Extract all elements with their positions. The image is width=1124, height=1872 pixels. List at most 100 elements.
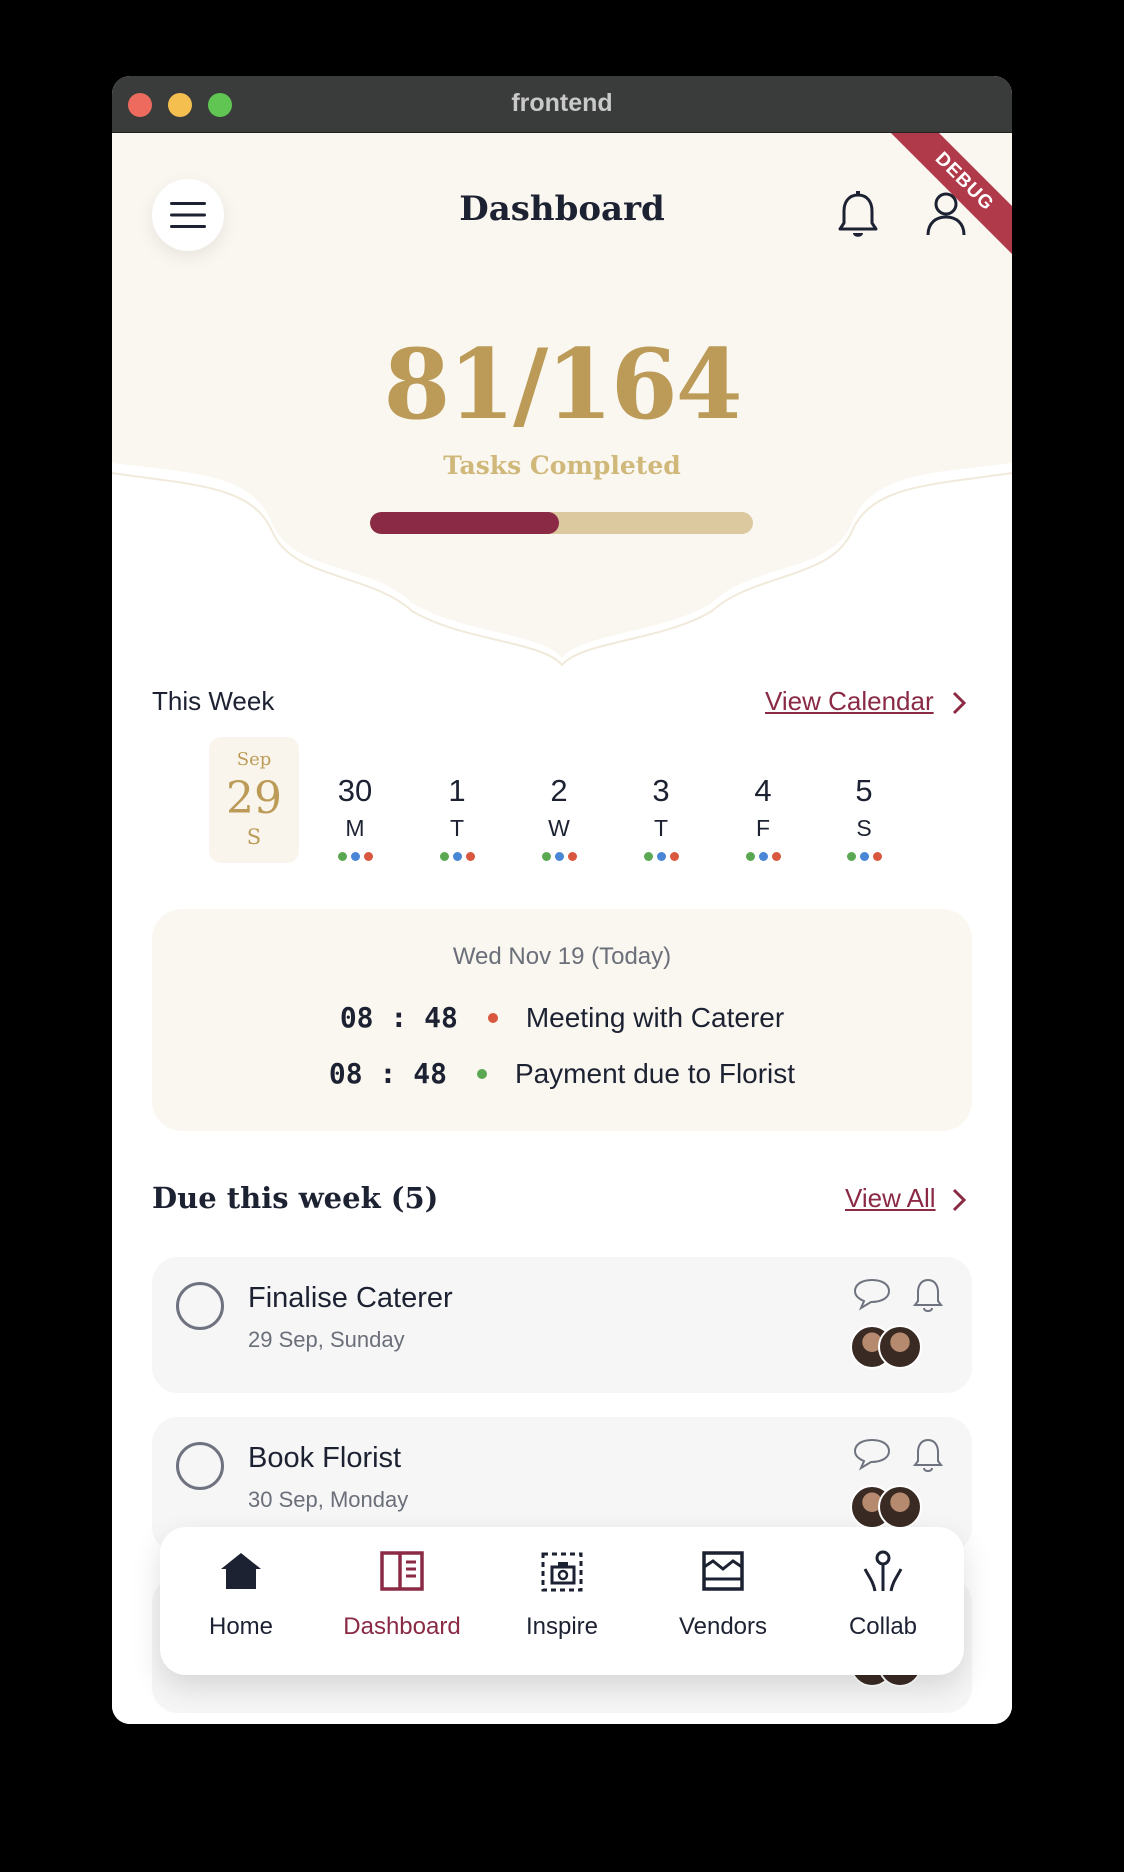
day-number: 1 bbox=[448, 773, 466, 808]
day-number: 2 bbox=[550, 773, 568, 808]
vendors-icon bbox=[702, 1551, 744, 1591]
event-dot bbox=[846, 852, 856, 861]
day-weekday: W bbox=[548, 815, 570, 841]
dashboard-icon bbox=[380, 1551, 424, 1591]
bell-icon bbox=[838, 191, 878, 237]
day-number: 5 bbox=[855, 773, 873, 808]
task-checkbox[interactable] bbox=[176, 1282, 224, 1330]
day-2[interactable]: 2 W bbox=[514, 737, 604, 863]
nav-label: Inspire bbox=[525, 1613, 599, 1640]
notifications-button[interactable] bbox=[836, 191, 880, 246]
app-window: frontend DEBUG Dashboard 81/164 Tasks Co… bbox=[112, 76, 1012, 1724]
tasks-count: 81/164 bbox=[383, 328, 742, 441]
day-weekday: S bbox=[856, 815, 872, 841]
day-weekday: M bbox=[345, 815, 365, 841]
comment-icon[interactable] bbox=[852, 1437, 892, 1471]
profile-button[interactable] bbox=[924, 191, 968, 242]
day-3[interactable]: 3 T bbox=[616, 737, 706, 863]
task-date: 29 Sep, Sunday bbox=[248, 1327, 405, 1352]
event-dot bbox=[350, 852, 360, 861]
week-day-strip: Sep 29 S 30 M 1 T 2 W 3 T 4 F 5 S bbox=[209, 737, 909, 867]
day-number: 4 bbox=[754, 773, 772, 808]
assignee-avatars bbox=[850, 1485, 930, 1529]
day-weekday: F bbox=[755, 815, 771, 841]
view-calendar-link[interactable]: View Calendar bbox=[765, 686, 934, 717]
this-week-heading: This Week bbox=[152, 686, 275, 716]
tasks-progress-bar bbox=[370, 512, 753, 534]
progress-fill bbox=[370, 512, 560, 534]
due-this-week-heading: Due this week (5) bbox=[152, 1181, 439, 1215]
day-number: 3 bbox=[652, 773, 670, 808]
event-dot bbox=[337, 852, 347, 861]
nav-inspire[interactable]: Inspire bbox=[482, 1527, 642, 1675]
title-bar: frontend bbox=[112, 76, 1012, 133]
tasks-completed-label: Tasks Completed bbox=[443, 451, 681, 480]
event-dot bbox=[656, 852, 666, 861]
event-dots bbox=[514, 848, 604, 866]
assignee-avatars bbox=[850, 1325, 930, 1369]
day-5[interactable]: 5 S bbox=[819, 737, 909, 863]
event-title: Payment due to Florist bbox=[514, 1057, 796, 1089]
day-weekday: T bbox=[449, 815, 465, 841]
nav-dashboard[interactable]: Dashboard bbox=[322, 1527, 482, 1675]
chevron-right-icon[interactable] bbox=[950, 689, 968, 717]
task-date: 30 Sep, Monday bbox=[248, 1487, 409, 1512]
window-title: frontend bbox=[511, 89, 613, 117]
event-dot bbox=[758, 852, 768, 861]
event-dot bbox=[541, 852, 551, 861]
user-icon bbox=[926, 192, 966, 236]
event-title: Meeting with Caterer bbox=[525, 1001, 785, 1033]
task-card[interactable]: Finalise Caterer 29 Sep, Sunday bbox=[152, 1257, 972, 1393]
event-dot bbox=[465, 852, 475, 861]
event-dots bbox=[819, 848, 909, 866]
event-dot bbox=[669, 852, 679, 861]
nav-collab[interactable]: Collab bbox=[803, 1527, 963, 1675]
view-all-link[interactable]: View All bbox=[845, 1183, 936, 1214]
day-number: 30 bbox=[337, 773, 373, 808]
inspire-icon bbox=[541, 1552, 583, 1592]
task-checkbox[interactable] bbox=[176, 1442, 224, 1490]
collab-icon bbox=[863, 1550, 903, 1592]
reminder-bell-icon[interactable] bbox=[912, 1277, 944, 1313]
comment-icon[interactable] bbox=[852, 1277, 892, 1311]
avatar bbox=[878, 1485, 922, 1529]
event-dot bbox=[643, 852, 653, 861]
task-name: Book Florist bbox=[248, 1442, 402, 1474]
day-weekday: T bbox=[653, 815, 669, 841]
reminder-bell-icon[interactable] bbox=[912, 1437, 944, 1473]
nav-label: Vendors bbox=[678, 1613, 768, 1640]
day-month: Sep bbox=[236, 749, 272, 770]
day-29[interactable]: Sep 29 S bbox=[209, 737, 299, 863]
event-time: 08 : 48 bbox=[339, 1001, 458, 1034]
event-dot bbox=[872, 852, 882, 861]
day-30[interactable]: 30 M bbox=[310, 737, 400, 863]
nav-vendors[interactable]: Vendors bbox=[643, 1527, 803, 1675]
event-dots bbox=[412, 848, 502, 866]
day-4[interactable]: 4 F bbox=[718, 737, 808, 863]
event-dots bbox=[310, 848, 400, 866]
event-row[interactable]: 08 : 48 Payment due to Florist bbox=[152, 1057, 972, 1090]
event-dots bbox=[718, 848, 808, 866]
task-name: Finalise Caterer bbox=[248, 1282, 453, 1314]
app-content: DEBUG Dashboard 81/164 Tasks Completed T… bbox=[112, 133, 1012, 1724]
event-dots bbox=[616, 848, 706, 866]
event-row[interactable]: 08 : 48 Meeting with Caterer bbox=[152, 1001, 972, 1034]
nav-home[interactable]: Home bbox=[161, 1527, 321, 1675]
event-dot bbox=[771, 852, 781, 861]
bottom-navigation: Home Dashboard Inspire Vendors Collab bbox=[160, 1527, 964, 1675]
event-status-dot bbox=[476, 1068, 487, 1079]
event-dot bbox=[859, 852, 869, 861]
today-events-card: Wed Nov 19 (Today) 08 : 48 Meeting with … bbox=[152, 909, 972, 1131]
day-1[interactable]: 1 T bbox=[412, 737, 502, 863]
nav-label: Home bbox=[208, 1613, 274, 1640]
today-date: Wed Nov 19 (Today) bbox=[452, 943, 672, 970]
chevron-right-icon[interactable] bbox=[950, 1186, 968, 1214]
event-status-dot bbox=[487, 1012, 498, 1023]
event-dot bbox=[363, 852, 373, 861]
home-icon bbox=[221, 1553, 261, 1589]
nav-label: Collab bbox=[848, 1613, 918, 1640]
day-number: 29 bbox=[226, 773, 282, 824]
event-dot bbox=[439, 852, 449, 861]
avatar bbox=[878, 1325, 922, 1369]
event-dot bbox=[554, 852, 564, 861]
